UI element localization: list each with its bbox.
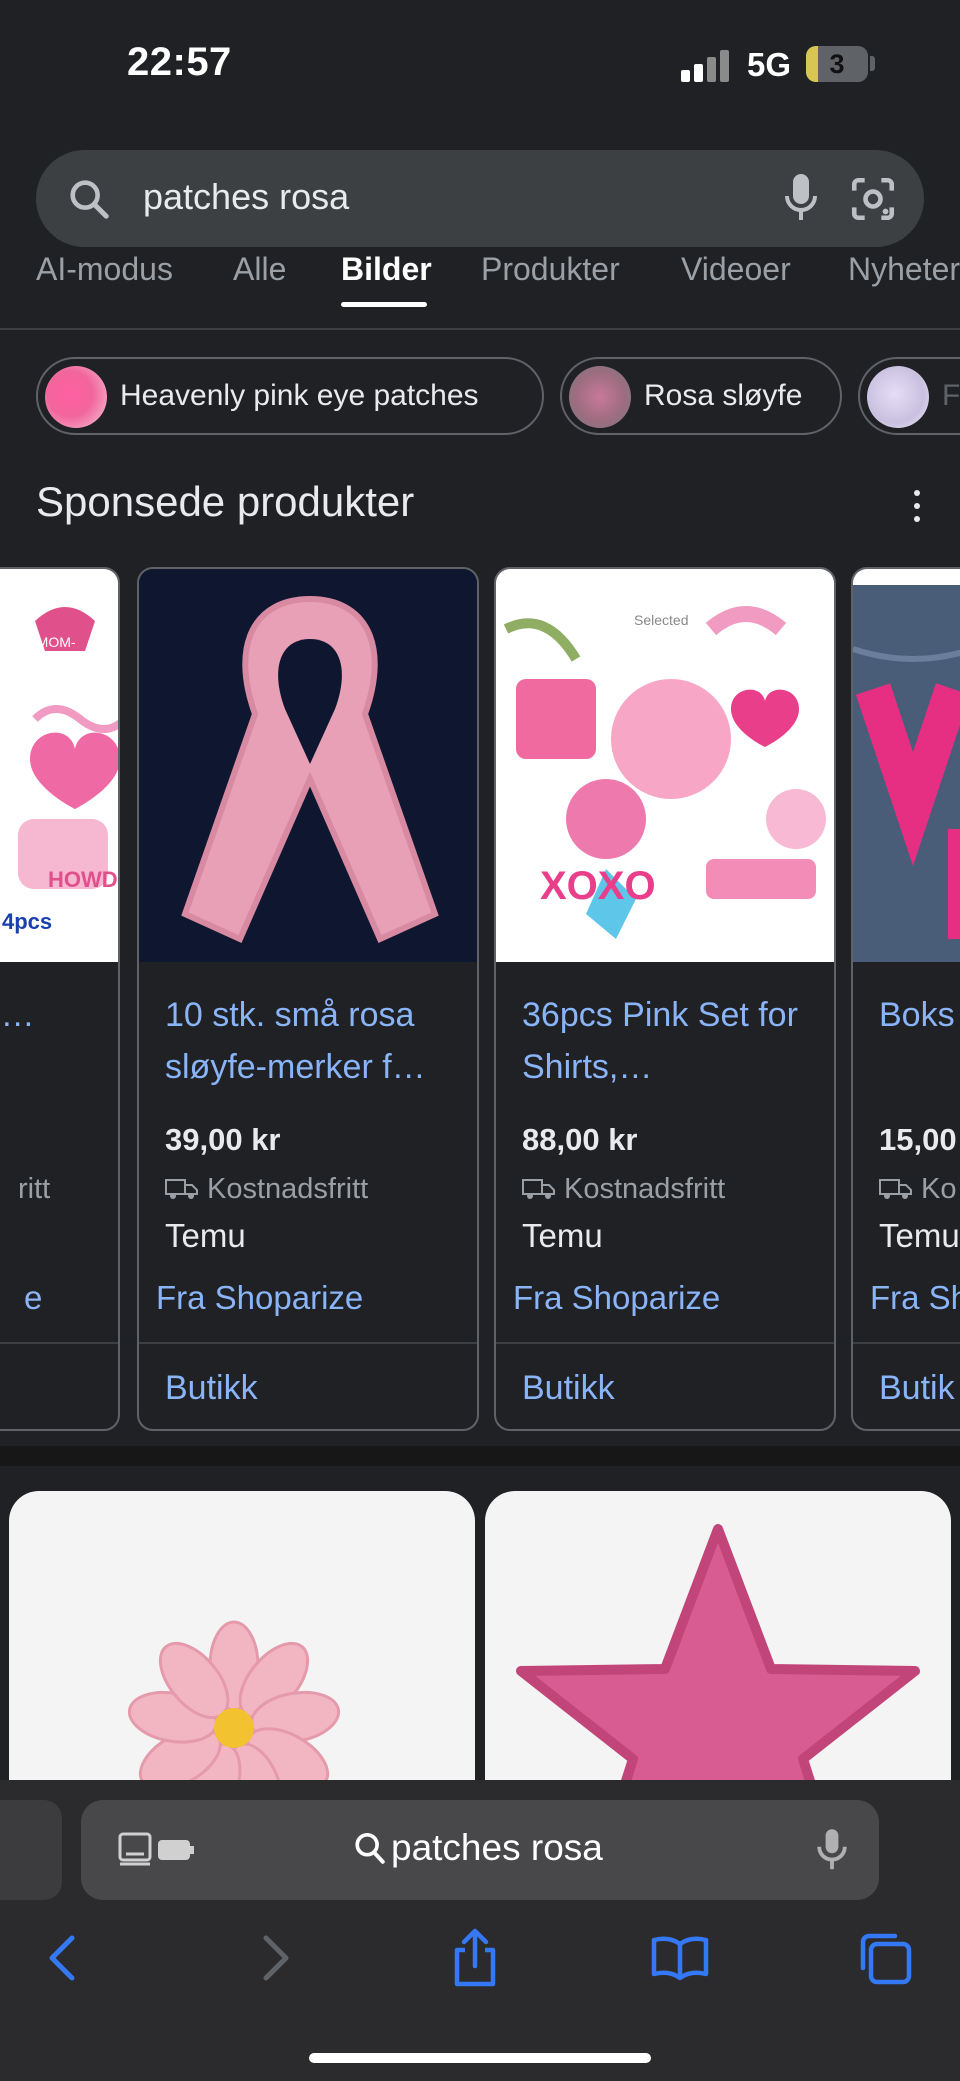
chip-thumbnail	[569, 366, 631, 428]
chip-thumbnail	[867, 366, 929, 428]
tab-videos[interactable]: Videoer	[681, 251, 791, 288]
back-icon[interactable]	[34, 1928, 94, 1988]
status-time: 22:57	[127, 40, 232, 84]
denim-letter-patch-illustration	[853, 569, 960, 962]
shop-button[interactable]: Butikk	[522, 1369, 615, 1408]
card-divider	[139, 1342, 477, 1344]
tab-all[interactable]: Alle	[233, 251, 286, 288]
product-title[interactable]: Rosa Cowgir…	[0, 989, 106, 1093]
pink-patch-collection-illustration: Selected XOXO	[503, 606, 826, 939]
battery-percent: 3	[829, 49, 845, 79]
search-icon	[355, 1832, 385, 1864]
search-bar[interactable]: patches rosa	[36, 150, 924, 247]
tab-images[interactable]: Bilder	[341, 251, 432, 288]
safari-toolbar: patches rosa	[0, 1780, 960, 2081]
truck-icon	[165, 1179, 198, 1199]
search-tabs: AI-modus Alle Bilder Produkter Videoer N…	[0, 248, 960, 330]
source-label[interactable]: e	[24, 1279, 42, 1317]
section-separator	[0, 1446, 960, 1466]
chip-more[interactable]: F	[858, 357, 960, 435]
battery-nub	[870, 56, 875, 71]
svg-text:-MOM-: -MOM-	[32, 634, 76, 650]
reader-mode-icon[interactable]	[118, 1830, 198, 1870]
product-image: -MOM- HOWDY 4pcs	[0, 569, 118, 962]
shipping-info: Kostnadsfritt	[165, 1173, 368, 1206]
product-card[interactable]: Boks Patch 15,00 Ko Temu Fra Sh Butik	[851, 567, 960, 1431]
sponsored-products-heading: Sponsede produkter	[36, 478, 415, 525]
card-divider	[0, 1342, 118, 1344]
shop-button[interactable]: Butikk	[165, 1369, 258, 1408]
home-indicator[interactable]	[309, 2053, 651, 2063]
product-card[interactable]: 10 stk. små rosa sløyfe-merker f… 39,00 …	[137, 567, 479, 1431]
product-image-text: Selected	[634, 612, 688, 628]
shipping-info: ritt	[18, 1173, 51, 1205]
shipping-info: Kostnadsfritt	[522, 1173, 725, 1206]
bookmarks-icon[interactable]	[650, 1928, 710, 1988]
page: 22:57 5G 3 patches rosa AI-modus Alle Bi…	[0, 0, 960, 2081]
status-bar: 22:57 5G 3	[0, 0, 960, 130]
address-text[interactable]: patches rosa	[391, 1827, 603, 1869]
svg-text:HOWDY: HOWDY	[48, 867, 118, 892]
microphone-icon[interactable]	[816, 1826, 848, 1874]
google-lens-icon[interactable]	[848, 174, 898, 224]
product-title[interactable]: 36pcs Pink Set for Shirts,…	[522, 989, 822, 1093]
chip-label: F	[942, 379, 960, 412]
product-card[interactable]: -MOM- HOWDY 4pcs Rosa Cowgir… ritt e	[0, 567, 120, 1431]
shipping-info: Ko	[879, 1173, 956, 1206]
tab-products[interactable]: Produkter	[481, 251, 620, 288]
chip-label: Heavenly pink eye patches	[120, 379, 479, 412]
microphone-icon[interactable]	[781, 172, 821, 224]
store-name: Temu	[522, 1217, 603, 1254]
tab-news[interactable]: Nyheter	[848, 251, 960, 288]
share-icon[interactable]	[445, 1928, 505, 1988]
truck-icon	[522, 1179, 555, 1199]
pink-ribbon-patch-illustration	[181, 595, 439, 943]
cellular-signal-icon	[681, 48, 731, 82]
product-price: 88,00 kr	[522, 1122, 638, 1157]
source-label[interactable]: Fra Sh	[870, 1279, 960, 1317]
truck-icon	[879, 1179, 912, 1199]
pink-patch-set-illustration: -MOM- HOWDY 4pcs	[2, 607, 118, 934]
network-type: 5G	[747, 46, 792, 83]
product-price: 39,00 kr	[165, 1122, 281, 1157]
forward-icon[interactable]	[244, 1928, 304, 1988]
chip-rosa-sloyfe[interactable]: Rosa sløyfe	[560, 357, 842, 435]
active-tab-indicator	[341, 302, 427, 307]
store-name: Temu	[165, 1217, 246, 1254]
search-input[interactable]: patches rosa	[143, 176, 349, 218]
more-options-icon[interactable]	[907, 486, 927, 526]
card-divider	[853, 1342, 960, 1344]
product-image-text: 4pcs	[2, 909, 52, 934]
chip-heavenly-pink-eye-patches[interactable]: Heavenly pink eye patches	[36, 357, 544, 435]
card-divider	[496, 1342, 834, 1344]
previous-tab-peek[interactable]	[0, 1800, 62, 1900]
chip-label: Rosa sløyfe	[644, 379, 803, 412]
product-title[interactable]: Boks Patch	[879, 989, 960, 1093]
chip-thumbnail	[45, 366, 107, 428]
svg-text:XOXO: XOXO	[540, 864, 656, 908]
product-image: Selected XOXO	[496, 569, 834, 962]
product-title[interactable]: 10 stk. små rosa sløyfe-merker f…	[165, 989, 465, 1093]
product-price: 15,00	[879, 1122, 957, 1157]
tab-ai-mode[interactable]: AI-modus	[36, 251, 173, 288]
tabs-icon[interactable]	[855, 1928, 915, 1988]
source-label[interactable]: Fra Shoparize	[156, 1279, 363, 1317]
product-image	[139, 569, 477, 962]
source-label[interactable]: Fra Shoparize	[513, 1279, 720, 1317]
search-icon[interactable]	[66, 176, 112, 222]
battery-icon: 3	[806, 46, 868, 82]
store-name: Temu	[879, 1217, 960, 1254]
address-bar[interactable]: patches rosa	[81, 1800, 879, 1900]
shop-button[interactable]: Butik	[879, 1369, 955, 1408]
product-image	[853, 569, 960, 962]
product-card[interactable]: Selected XOXO 36pcs Pink Set for Shirts,…	[494, 567, 836, 1431]
